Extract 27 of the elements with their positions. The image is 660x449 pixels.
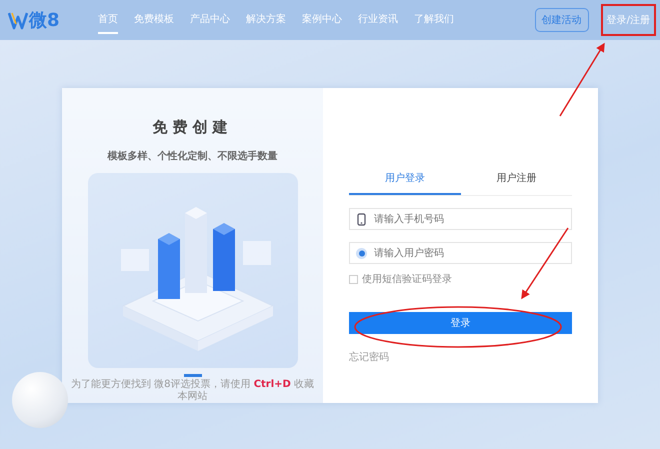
logo-icon [8, 10, 28, 30]
checkbox[interactable] [349, 274, 358, 284]
annotation-arrow [521, 228, 569, 300]
nav-link[interactable]: 解决方案 [246, 6, 286, 34]
bookmark-note: 为了能更方便找到 微8评选投票，请使用 Ctrl+D 收藏本网站 [70, 379, 316, 403]
lock-icon [355, 247, 368, 260]
input-field[interactable]: 请输入用户密码 [349, 242, 572, 264]
login-tab[interactable]: 用户登录 [349, 166, 460, 195]
nav-link[interactable]: 产品中心 [190, 6, 230, 34]
slide-indicator [184, 374, 202, 377]
checkbox-label: 使用短信验证码登录 [362, 273, 452, 286]
phone-icon [355, 213, 368, 226]
login-tab[interactable]: 用户注册 [460, 166, 572, 195]
input-field[interactable]: 请输入手机号码 [349, 208, 572, 230]
annotation-box [601, 4, 656, 36]
nav-link[interactable]: 案例中心 [302, 6, 342, 34]
nav-link[interactable]: 免费模板 [134, 6, 174, 34]
promo-subtitle: 模板多样、个性化定制、不限选手数量 [108, 149, 278, 163]
promo-title: 免费创建 [152, 118, 232, 137]
nav-link[interactable]: 了解我们 [414, 6, 454, 34]
login-register-link[interactable]: 登录/注册 [602, 4, 654, 36]
nav-link[interactable]: 行业资讯 [358, 6, 398, 34]
logo-text: 微8 [29, 9, 60, 32]
login-button[interactable]: 登录 [349, 312, 572, 334]
forgot-password-link[interactable]: 忘记密码 [349, 350, 389, 364]
nav-link[interactable]: 首页 [98, 6, 118, 34]
create-activity-button[interactable]: 创建活动 [534, 8, 589, 32]
